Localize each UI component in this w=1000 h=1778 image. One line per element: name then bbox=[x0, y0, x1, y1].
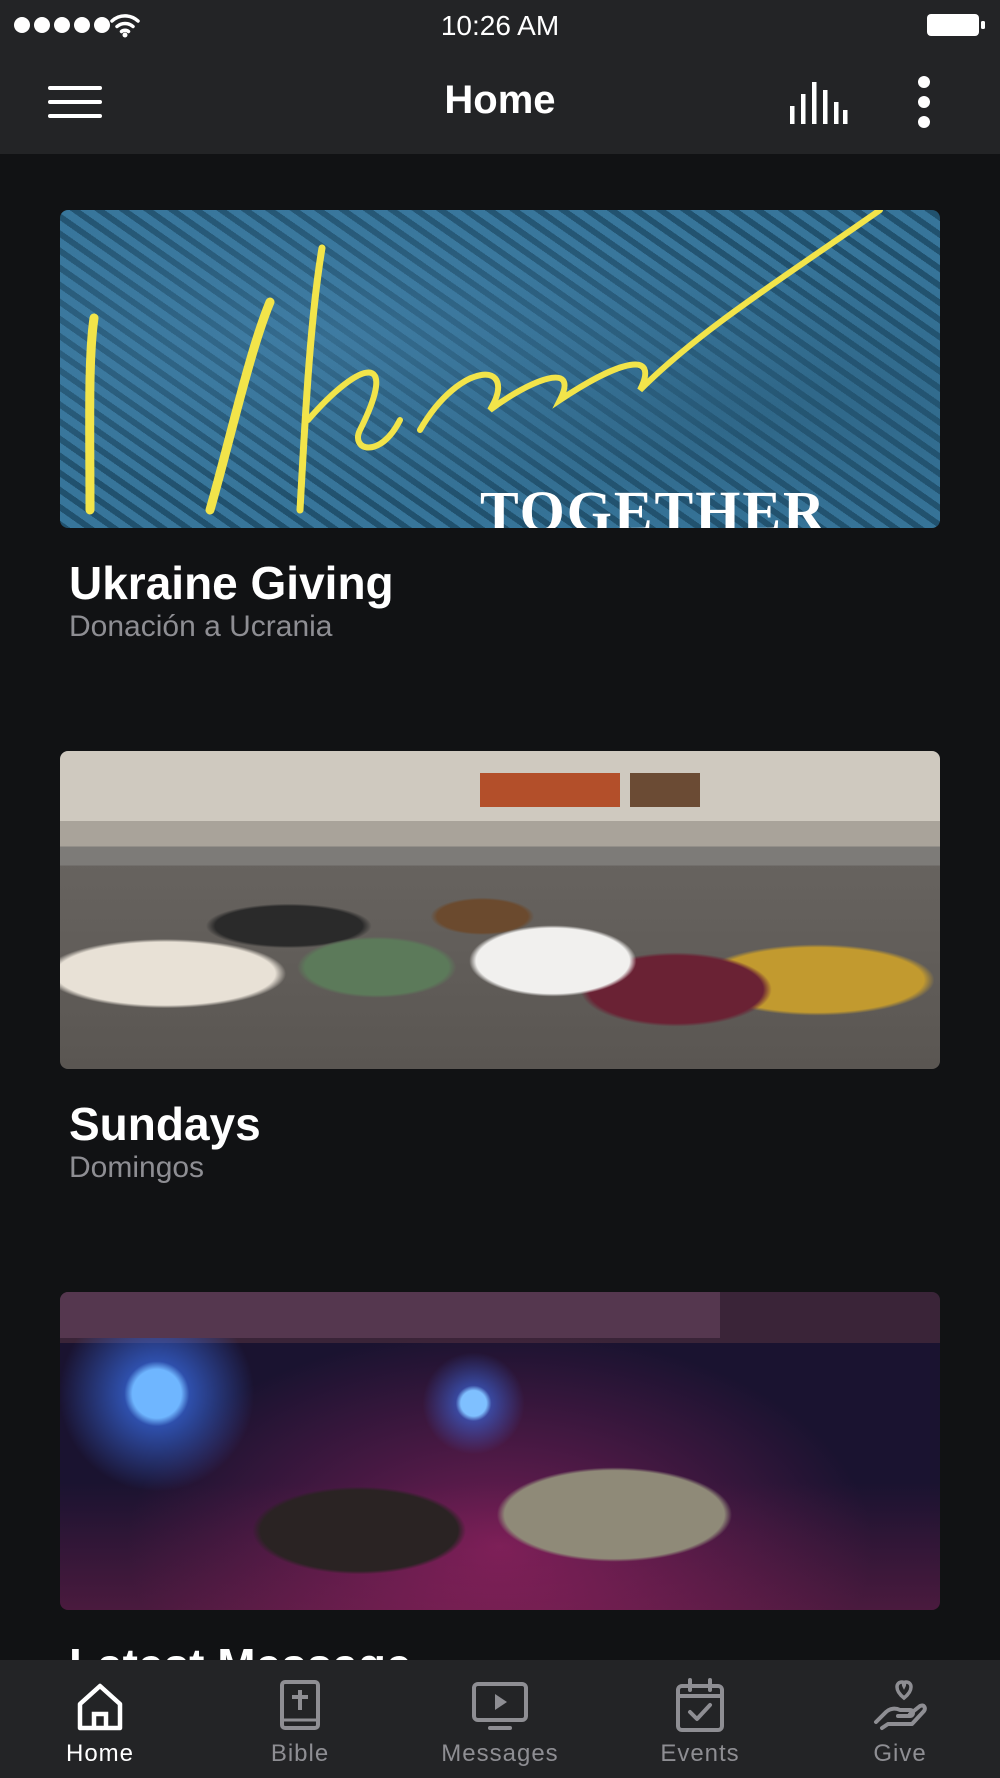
card-ukraine-giving[interactable]: TOGETHER Ukraine Giving Donación a Ucran… bbox=[60, 210, 940, 643]
page-title: Home bbox=[444, 78, 556, 122]
together-banner-text: TOGETHER bbox=[480, 479, 827, 528]
bottom-tab-bar: Home Bible Messages Events Give bbox=[0, 1660, 1000, 1778]
tab-events[interactable]: Events bbox=[600, 1660, 800, 1778]
bible-icon bbox=[280, 1680, 320, 1730]
tab-bible[interactable]: Bible bbox=[200, 1660, 400, 1778]
tab-give[interactable]: Give bbox=[800, 1660, 1000, 1778]
status-time: 10:26 AM bbox=[440, 10, 560, 41]
tab-label: Events bbox=[660, 1740, 740, 1767]
tab-label: Messages bbox=[441, 1740, 559, 1767]
home-icon bbox=[77, 1683, 123, 1731]
tab-home[interactable]: Home bbox=[0, 1660, 200, 1778]
ukraine-banner-image: TOGETHER bbox=[60, 210, 940, 528]
latest-message-stage-image bbox=[60, 1292, 940, 1610]
tab-label: Bible bbox=[270, 1740, 330, 1767]
card-title: Ukraine Giving bbox=[69, 557, 394, 609]
card-subtitle: Domingos bbox=[69, 1151, 205, 1184]
tab-label: Home bbox=[65, 1740, 135, 1767]
battery-icon bbox=[927, 14, 985, 36]
card-subtitle: Donación a Ucrania bbox=[69, 610, 333, 643]
nav-bar: Home bbox=[0, 50, 1000, 154]
sundays-crowd-image bbox=[60, 751, 940, 1069]
status-bar: 10:26 AM bbox=[0, 0, 1000, 50]
card-title: Sundays bbox=[69, 1098, 261, 1150]
events-icon bbox=[676, 1678, 724, 1732]
tab-messages[interactable]: Messages bbox=[400, 1660, 600, 1778]
home-feed[interactable]: TOGETHER Ukraine Giving Donación a Ucran… bbox=[0, 154, 1000, 1660]
card-title: Latest Message bbox=[69, 1638, 412, 1660]
tab-label: Give bbox=[873, 1740, 927, 1767]
card-sundays[interactable]: Sundays Domingos bbox=[60, 751, 940, 1184]
give-icon bbox=[874, 1680, 927, 1730]
audio-bars-icon[interactable] bbox=[788, 80, 848, 126]
more-options-icon[interactable] bbox=[912, 76, 936, 128]
card-latest-message[interactable]: Latest Message bbox=[60, 1292, 940, 1660]
messages-icon bbox=[472, 1682, 528, 1730]
